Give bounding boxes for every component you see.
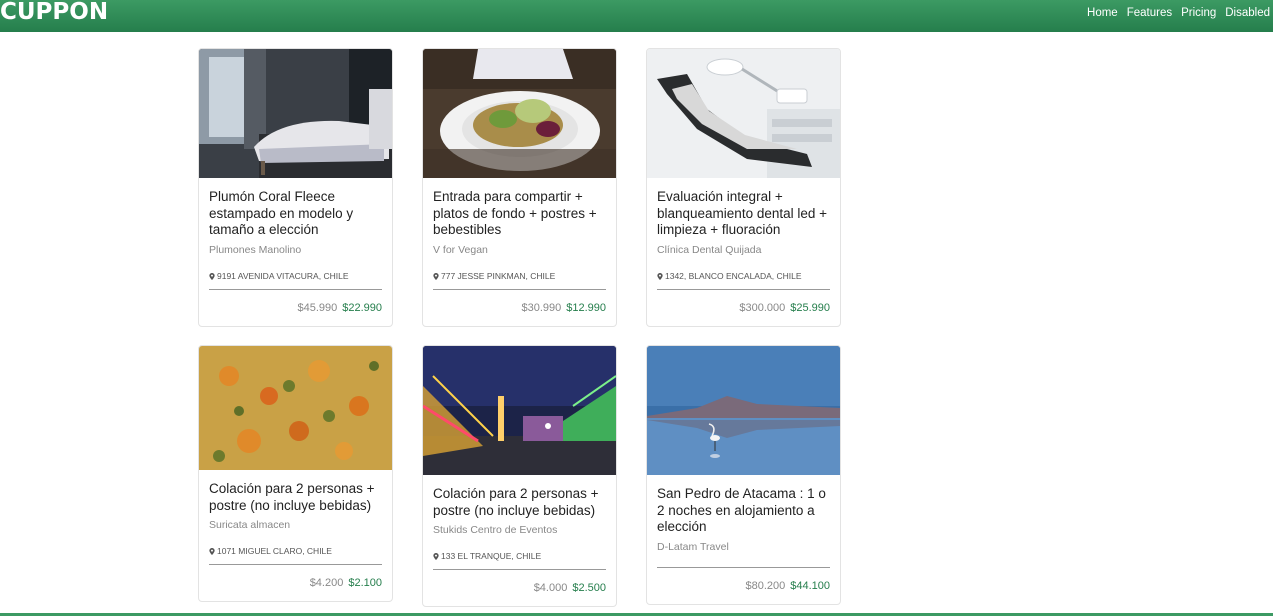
deal-card[interactable]: Plumón Coral Fleece estampado en modelo …: [198, 48, 393, 327]
new-price: $44.100: [790, 579, 830, 592]
salad-bowl-photo[interactable]: [423, 49, 616, 178]
new-price: $25.990: [790, 301, 830, 314]
location-pin-icon: [209, 548, 215, 555]
location-pin-icon: [657, 272, 663, 280]
deal-prices: $45.990 $22.990: [209, 302, 382, 314]
deal-location-text: 777 JESSE PINKMAN, CHILE: [441, 270, 556, 281]
divider: [209, 564, 382, 565]
location-pin-icon: [209, 272, 215, 280]
nav-pricing[interactable]: Pricing: [1181, 5, 1216, 21]
deal-title[interactable]: San Pedro de Atacama : 1 o 2 noches en a…: [657, 486, 830, 536]
deal-vendor: V for Vegan: [433, 243, 488, 256]
new-price: $22.990: [342, 301, 382, 314]
deal-prices: $300.000 $25.990: [657, 302, 830, 314]
new-price: $2.500: [572, 582, 606, 594]
deal-card[interactable]: Evaluación integral + blanqueamiento den…: [646, 48, 841, 327]
bedroom-photo[interactable]: [199, 49, 392, 178]
new-price: $12.990: [566, 301, 606, 314]
nav-features[interactable]: Features: [1127, 5, 1172, 21]
deal-title[interactable]: Evaluación integral + blanqueamiento den…: [657, 189, 830, 239]
old-price: $30.990: [521, 301, 562, 314]
deal-location: 133 EL TRANQUE, CHILE: [433, 551, 606, 562]
deal-location-text: 133 EL TRANQUE, CHILE: [441, 551, 542, 561]
divider: [433, 288, 606, 290]
deal-card[interactable]: San Pedro de Atacama : 1 o 2 noches en a…: [646, 345, 841, 605]
divider: [657, 566, 830, 568]
location-pin-icon: [433, 272, 439, 280]
divider: [657, 288, 830, 290]
deal-vendor: Clínica Dental Quijada: [657, 243, 762, 256]
nav-links: Home Features Pricing Disabled: [1087, 5, 1270, 21]
brand-logo[interactable]: CUPPON: [0, 0, 108, 26]
navbar: CUPPON Home Features Pricing Disabled: [0, 0, 1273, 32]
deal-title[interactable]: Plumón Coral Fleece estampado en modelo …: [209, 189, 382, 239]
old-price: $4.200: [309, 577, 344, 589]
food-dish-photo[interactable]: [199, 346, 392, 470]
old-price: $45.990: [297, 301, 338, 314]
deal-location: 1342, BLANCO ENCALADA, CHILE: [657, 271, 830, 282]
deal-card[interactable]: Colación para 2 personas + postre (no in…: [198, 345, 393, 602]
deal-location-text: 9191 AVENIDA VITACURA, CHILE: [217, 270, 349, 281]
deal-vendor: Stukids Centro de Eventos: [433, 524, 558, 536]
deal-card[interactable]: Entrada para compartir + platos de fondo…: [422, 48, 617, 327]
deal-location: 1071 MIGUEL CLARO, CHILE: [209, 546, 382, 557]
new-price: $2.100: [348, 577, 382, 589]
divider: [433, 569, 606, 570]
old-price: $4.000: [533, 582, 568, 594]
night-fair-photo[interactable]: [423, 346, 616, 475]
deal-prices: $4.000 $2.500: [433, 582, 606, 594]
divider: [209, 288, 382, 290]
deal-vendor: D-Latam Travel: [657, 540, 729, 553]
deal-location: 777 JESSE PINKMAN, CHILE: [433, 271, 606, 282]
deal-title[interactable]: Colación para 2 personas + postre (no in…: [433, 486, 606, 519]
deal-location: 9191 AVENIDA VITACURA, CHILE: [209, 271, 382, 282]
location-pin-icon: [433, 553, 439, 560]
deal-card[interactable]: Colación para 2 personas + postre (no in…: [422, 345, 617, 607]
deal-title[interactable]: Entrada para compartir + platos de fondo…: [433, 189, 606, 239]
old-price: $300.000: [739, 301, 786, 314]
deal-location-text: 1342, BLANCO ENCALADA, CHILE: [665, 270, 802, 281]
deal-vendor: Plumones Manolino: [209, 243, 302, 256]
deal-location-text: 1071 MIGUEL CLARO, CHILE: [217, 546, 332, 556]
deal-prices: $80.200 $44.100: [657, 580, 830, 592]
nav-home[interactable]: Home: [1087, 5, 1118, 21]
deal-prices: $4.200 $2.100: [209, 577, 382, 589]
lake-flamingo-photo[interactable]: [647, 346, 840, 475]
deal-prices: $30.990 $12.990: [433, 302, 606, 314]
old-price: $80.200: [745, 579, 786, 592]
deal-title[interactable]: Colación para 2 personas + postre (no in…: [209, 481, 382, 514]
nav-disabled[interactable]: Disabled: [1225, 5, 1270, 21]
deal-vendor: Suricata almacen: [209, 519, 291, 531]
dental-chair-photo[interactable]: [647, 49, 840, 178]
